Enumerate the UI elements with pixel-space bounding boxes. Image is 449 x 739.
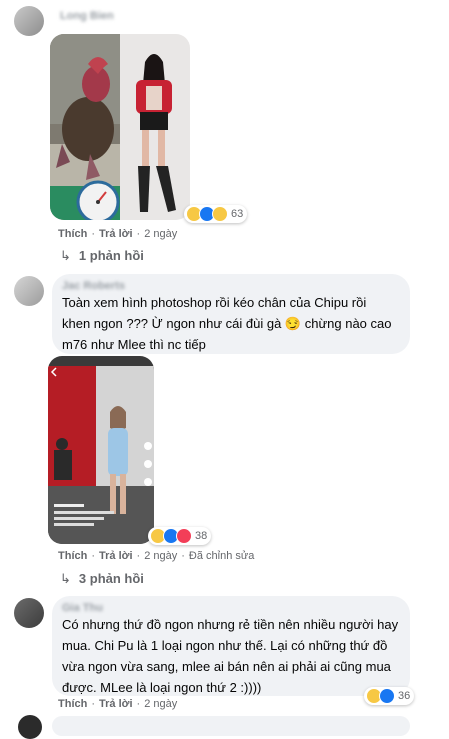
replies-count-label: 1 phản hồi (78, 248, 144, 263)
photo-collage (50, 34, 190, 220)
comment-author[interactable]: Long Bien (60, 10, 114, 22)
timestamp[interactable]: 2 ngày (144, 228, 177, 240)
comment-photo[interactable] (50, 34, 190, 220)
reaction-summary[interactable]: 36 (364, 687, 415, 705)
video-thumbnail (48, 356, 154, 544)
avatar[interactable] (18, 715, 42, 739)
view-replies-link[interactable]: ↳ 3 phản hồi (60, 571, 144, 587)
reaction-summary[interactable]: 38 (148, 527, 212, 545)
like-link[interactable]: Thích (58, 550, 87, 562)
comment-text-line: Toàn xem hình photoshop rồi kéo chân của… (62, 295, 367, 310)
reply-arrow-icon: ↳ (60, 571, 71, 586)
timestamp[interactable]: 2 ngày (144, 698, 177, 710)
reaction-count: 38 (195, 530, 208, 542)
sad-icon (212, 206, 228, 222)
comment-bubble (52, 716, 410, 736)
love-icon (176, 528, 192, 544)
reaction-count: 63 (231, 208, 244, 220)
reply-link[interactable]: Trả lời (99, 550, 133, 562)
comment-video[interactable] (48, 356, 154, 544)
comment-author[interactable]: Jac Roberts (62, 280, 125, 292)
comment-text-line: khen ngon ??? Ừ ngon như cái đùi gà 😏 ch… (62, 316, 392, 331)
reply-arrow-icon: ↳ (60, 248, 71, 263)
comment-text-line: Có nhưng thứ đồ ngon nhưng rẻ tiền nên n… (62, 617, 399, 632)
comment-text-line: vừa ngon vừa sang, mlee ai bán nên ai ph… (62, 659, 391, 674)
comment-actions: Thích · Trả lời · 2 ngày · Đã chỉnh sửa (58, 550, 255, 562)
avatar[interactable] (14, 598, 44, 628)
reaction-count: 36 (398, 690, 411, 702)
view-replies-link[interactable]: ↳ 1 phản hồi (60, 248, 144, 264)
timestamp[interactable]: 2 ngày (144, 550, 177, 562)
like-icon (379, 688, 395, 704)
like-link[interactable]: Thích (58, 228, 87, 240)
avatar[interactable] (14, 6, 44, 36)
comment-text-line: mua. Chi Pu là 1 loại ngon như thế. Lại … (62, 638, 388, 653)
comment-text-line: m76 như Mlee thì nc tiếp (62, 337, 206, 352)
comment-actions: Thích · Trả lời · 2 ngày (58, 228, 178, 240)
reply-link[interactable]: Trả lời (99, 228, 133, 240)
like-link[interactable]: Thích (58, 698, 87, 710)
comment-actions: Thích · Trả lời · 2 ngày (58, 698, 178, 710)
reply-link[interactable]: Trả lời (99, 698, 133, 710)
avatar[interactable] (14, 276, 44, 306)
comment-author[interactable]: Gia Thu (62, 602, 103, 614)
replies-count-label: 3 phản hồi (78, 571, 144, 586)
edited-label: Đã chỉnh sửa (188, 550, 255, 562)
comment-text-line: được. MLee là loại ngon thứ 2 :)))) (62, 680, 262, 695)
reaction-summary[interactable]: 63 (184, 205, 248, 223)
